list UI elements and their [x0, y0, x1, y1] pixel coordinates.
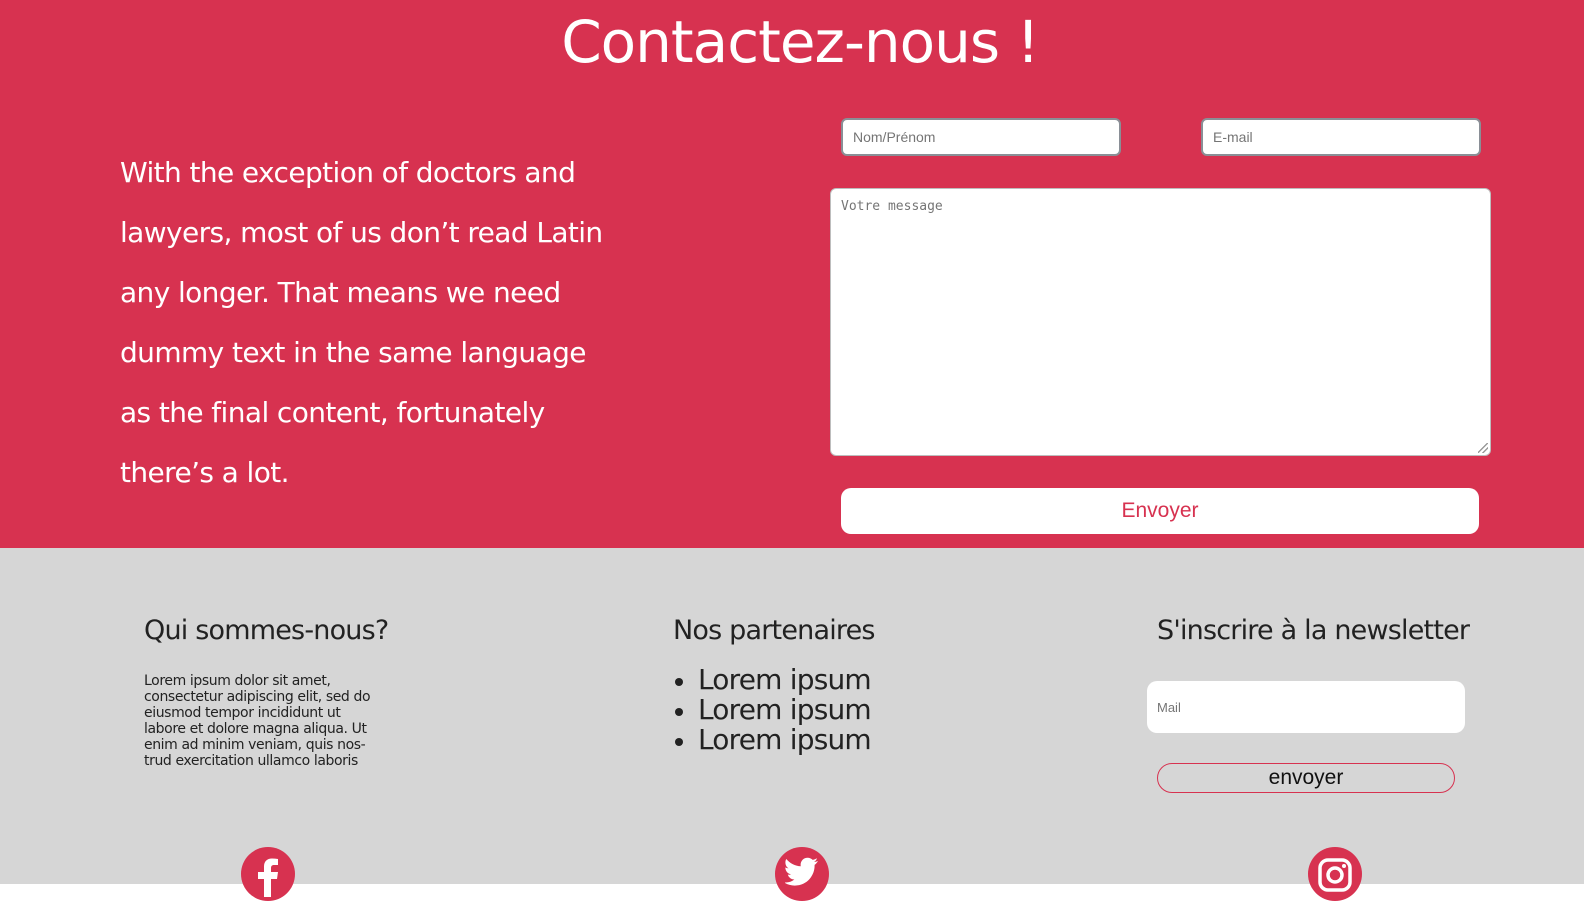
send-button[interactable]: Envoyer	[841, 488, 1479, 534]
facebook-link[interactable]	[241, 847, 295, 901]
partner-label: Lorem ipsum	[698, 723, 872, 756]
about-title: Qui sommes-nous?	[144, 615, 389, 646]
twitter-icon	[785, 857, 818, 886]
about-text: Lorem ipsum dolor sit amet, consectetur …	[144, 673, 371, 769]
partner-label: Lorem ipsum	[698, 693, 872, 726]
partner-label: Lorem ipsum	[698, 663, 872, 696]
list-item: Lorem ipsum	[673, 723, 872, 756]
instagram-icon	[1318, 858, 1352, 892]
facebook-icon	[258, 858, 278, 897]
contact-section: Contactez-nous ! With the exception of d…	[0, 0, 1584, 548]
contact-intro-text: With the exception of doctors and lawyer…	[120, 156, 603, 489]
newsletter-email-input[interactable]	[1147, 681, 1465, 733]
partners-list: Lorem ipsum Lorem ipsum Lorem ipsum	[673, 663, 872, 756]
list-item: Lorem ipsum	[673, 663, 872, 696]
instagram-link[interactable]	[1308, 847, 1362, 901]
partners-title: Nos partenaires	[673, 615, 876, 646]
newsletter-submit-button[interactable]: envoyer	[1157, 763, 1455, 793]
bullet-icon	[675, 708, 683, 716]
message-field[interactable]	[830, 188, 1491, 456]
bullet-icon	[675, 738, 683, 746]
list-item: Lorem ipsum	[673, 693, 872, 726]
twitter-link[interactable]	[775, 847, 829, 901]
name-field[interactable]	[841, 118, 1121, 156]
textarea-resize-handle[interactable]	[1478, 443, 1488, 453]
email-field[interactable]	[1201, 118, 1481, 156]
bullet-icon	[675, 678, 683, 686]
newsletter-title: S'inscrire à la newsletter	[1157, 615, 1470, 646]
page-title: Contactez-nous !	[561, 8, 1040, 76]
